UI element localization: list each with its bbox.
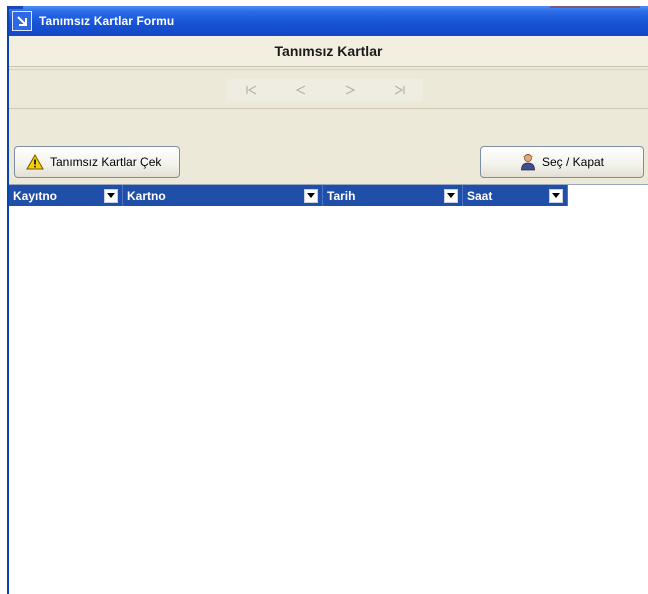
select-button-label: Seç / Kapat bbox=[541, 155, 605, 169]
column-header-tarih[interactable]: Tarih bbox=[323, 185, 463, 206]
title-bar-controls-edge bbox=[550, 6, 640, 8]
fetch-button-label: Tanımsız Kartlar Çek bbox=[50, 155, 162, 169]
title-bar-corner bbox=[9, 6, 23, 9]
last-record-icon[interactable] bbox=[388, 80, 410, 100]
window-title: Tanımsız Kartlar Formu bbox=[39, 14, 175, 28]
page-title: Tanımsız Kartlar bbox=[274, 43, 383, 59]
warning-icon bbox=[26, 154, 44, 170]
column-header-label: Kayıtno bbox=[13, 188, 58, 203]
next-record-icon[interactable] bbox=[339, 80, 361, 100]
column-header-saat[interactable]: Saat bbox=[463, 185, 568, 206]
fetch-undefined-cards-button[interactable]: Tanımsız Kartlar Çek bbox=[14, 146, 180, 178]
record-navigator bbox=[227, 79, 423, 101]
column-header-label: Tarih bbox=[327, 188, 356, 203]
chevron-down-icon[interactable] bbox=[104, 188, 118, 203]
column-header-label: Kartno bbox=[127, 188, 166, 203]
chevron-down-icon[interactable] bbox=[444, 188, 458, 203]
column-header-kartno[interactable]: Kartno bbox=[123, 185, 323, 206]
data-grid[interactable]: Kayıtno Kartno Tarih Saat bbox=[9, 184, 648, 594]
user-icon bbox=[520, 153, 536, 171]
first-record-icon[interactable] bbox=[241, 80, 263, 100]
title-bar[interactable]: Tanımsız Kartlar Formu bbox=[9, 6, 648, 36]
main-window: Tanımsız Kartlar Formu Tanımsız Kartlar bbox=[7, 6, 648, 594]
column-header-kayitno[interactable]: Kayıtno bbox=[9, 185, 123, 206]
chevron-down-icon[interactable] bbox=[549, 188, 563, 203]
arrow-down-right-icon[interactable] bbox=[12, 11, 32, 31]
chevron-down-icon[interactable] bbox=[304, 188, 318, 203]
prior-record-icon[interactable] bbox=[290, 80, 312, 100]
column-header-label: Saat bbox=[467, 188, 493, 203]
header-panel: Tanımsız Kartlar bbox=[9, 36, 648, 67]
grid-header: Kayıtno Kartno Tarih Saat bbox=[9, 185, 568, 206]
select-close-button[interactable]: Seç / Kapat bbox=[480, 146, 644, 178]
navigator-panel bbox=[9, 69, 648, 109]
